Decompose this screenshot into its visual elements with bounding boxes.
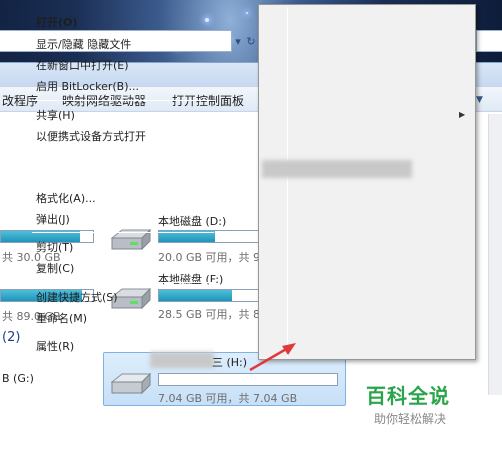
menu-separator xyxy=(32,232,214,233)
drive-h-info: 7.04 GB 可用，共 7.04 GB xyxy=(158,392,298,405)
chevron-down-icon[interactable]: ▼ xyxy=(476,95,490,105)
menu-separator xyxy=(32,332,214,333)
menu-item-rename[interactable]: 重命名(M) xyxy=(36,310,87,326)
menu-separator xyxy=(32,282,214,283)
removable-section-count: (2) xyxy=(2,330,21,345)
drive-g-label[interactable]: B (G:) xyxy=(2,372,34,385)
menu-item-eject[interactable]: 弹出(J) xyxy=(36,211,70,227)
menu-item-open[interactable]: 打开(O) xyxy=(36,14,77,30)
drive-d-info: 20.0 GB 可用，共 9 xyxy=(158,251,261,264)
menu-item-open-as-portable[interactable]: 以便携式设备方式打开 xyxy=(36,128,146,144)
menu-separator xyxy=(32,100,214,101)
context-menu xyxy=(258,4,476,360)
submenu-arrow-icon: ▶ xyxy=(459,110,466,119)
redacted-label xyxy=(150,352,214,368)
arrow-refresh-icon[interactable]: ↻ xyxy=(244,30,258,52)
menu-item-bitlocker[interactable]: 启用 BitLocker(B)... xyxy=(36,78,139,94)
menu-item-format[interactable]: 格式化(A)... xyxy=(36,190,96,206)
search-input[interactable] xyxy=(476,30,502,52)
scrollbar[interactable] xyxy=(488,114,502,395)
menu-item-copy[interactable]: 复制(C) xyxy=(36,260,74,276)
watermark-logo: 百科全说 xyxy=(366,384,450,408)
drive-d-label[interactable]: 本地磁盘 (D:) xyxy=(158,213,226,229)
menu-icon-gutter xyxy=(287,7,288,357)
drive-f-usage-bar xyxy=(158,289,262,302)
watermark-subtitle: 助你轻松解决 xyxy=(374,412,447,426)
drive-h-label: 三 (H:) xyxy=(212,356,248,369)
wallpaper-sparkle xyxy=(205,18,209,22)
menu-separator xyxy=(32,150,214,151)
wallpaper-sparkle xyxy=(246,12,248,14)
menu-item-toggle-hidden[interactable]: 显示/隐藏 隐藏文件 xyxy=(36,36,131,52)
redacted-menu-item xyxy=(262,160,412,178)
drive-f-info: 28.5 GB 可用，共 8 xyxy=(158,308,261,321)
menu-separator xyxy=(32,183,214,184)
drive-f-label[interactable]: 本地磁盘 (F:) xyxy=(158,271,223,287)
menu-item-open-new-window[interactable]: 在新窗口中打开(E) xyxy=(36,57,129,73)
drive-h-usage-bar xyxy=(158,373,338,386)
menu-item-properties[interactable]: 属性(R) xyxy=(36,338,74,354)
address-dropdown-icon[interactable]: ▾ xyxy=(232,30,244,52)
menu-item-share[interactable]: 共享(H) xyxy=(36,107,75,123)
menu-item-cut[interactable]: 剪切(T) xyxy=(36,239,73,255)
menu-item-create-shortcut[interactable]: 创建快捷方式(S) xyxy=(36,289,118,305)
removable-drive-icon xyxy=(110,372,152,395)
drive-f-usage-fill xyxy=(159,290,233,301)
